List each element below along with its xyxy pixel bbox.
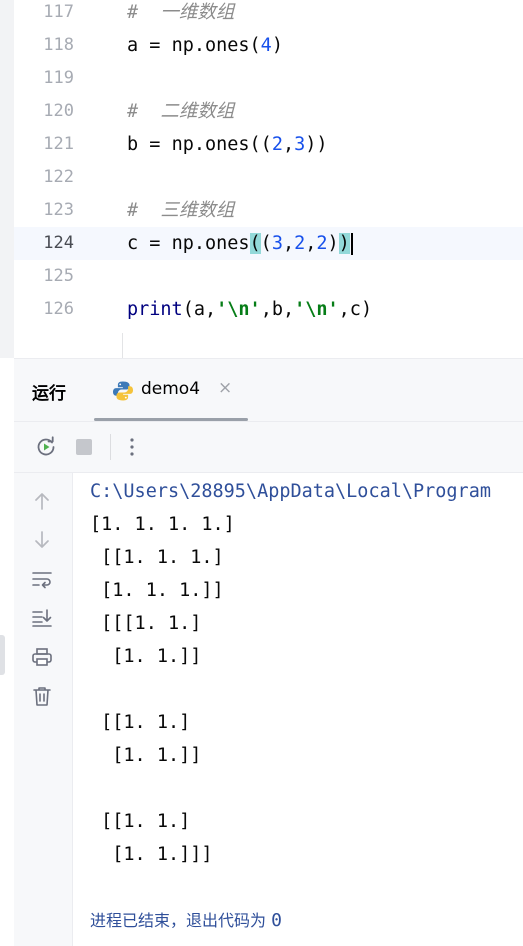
console-output[interactable]: C:\Users\28895\AppData\Local\Program [1.…	[72, 473, 523, 946]
run-toolbar	[14, 422, 523, 472]
code-line-121[interactable]: 121 b = np.ones((2,3))	[14, 128, 523, 161]
scroll-to-end-icon[interactable]	[28, 604, 56, 632]
console-line: [[1. 1. 1.]	[90, 547, 224, 568]
code-line-120[interactable]: 120 # 二维数组	[14, 95, 523, 128]
comment: # 一维数组	[127, 2, 235, 23]
console-side-toolbar	[14, 473, 72, 946]
console-line: [1. 1.]]	[90, 745, 202, 766]
console-interpreter-path: C:\Users\28895\AppData\Local\Program	[90, 481, 491, 502]
code-line-118[interactable]: 118 a = np.ones(4)	[14, 29, 523, 62]
code-line-122[interactable]: 122	[14, 161, 523, 194]
code-line-123[interactable]: 123 # 三维数组	[14, 194, 523, 227]
line-number: 119	[43, 68, 74, 88]
exit-code: 0	[271, 910, 282, 931]
code-line-119[interactable]: 119	[14, 62, 523, 95]
matched-bracket: )	[338, 233, 350, 254]
line-number: 122	[43, 167, 74, 187]
console-line: [1. 1.]]]	[90, 844, 213, 865]
line-number: 125	[43, 266, 74, 286]
code-statement: print(a,'\n',b,'\n',c)	[127, 299, 373, 320]
code-statement: c = np.ones((3,2,2))	[127, 227, 353, 260]
tool-window-edge-handle[interactable]	[0, 635, 5, 675]
python-icon	[112, 380, 134, 402]
arrow-up-icon[interactable]	[28, 487, 56, 515]
code-statement: b = np.ones((2,3))	[127, 134, 328, 155]
code-line-117[interactable]: 117 # 一维数组	[14, 0, 523, 29]
matched-bracket: (	[249, 233, 261, 254]
console-line: [[1. 1.]	[90, 811, 191, 832]
code-statement: a = np.ones(4)	[127, 35, 283, 56]
run-tool-window: 运行 demo4 × C:\Users\28895\AppData\Local\…	[14, 358, 523, 946]
line-number: 123	[43, 200, 74, 220]
console-line: [[[1. 1.]	[90, 613, 202, 634]
comment: # 二维数组	[127, 101, 235, 122]
process-exit-message: 进程已结束，退出代码为 0	[90, 910, 282, 931]
soft-wrap-icon[interactable]	[28, 565, 56, 593]
editor-left-strip	[0, 0, 14, 358]
text-caret	[350, 233, 353, 255]
close-icon[interactable]: ×	[218, 378, 232, 398]
console-line: [[1. 1.]	[90, 712, 191, 733]
line-number: 118	[43, 35, 74, 55]
line-number: 117	[43, 2, 74, 22]
code-line-125[interactable]: 125	[14, 260, 523, 293]
line-number: 121	[43, 134, 74, 154]
stop-icon[interactable]	[70, 433, 98, 461]
code-line-124-current[interactable]: 124 c = np.ones((3,2,2))	[14, 227, 523, 260]
line-number: 124	[43, 233, 74, 253]
run-window-header: 运行 demo4 ×	[14, 359, 523, 421]
console-line: [1. 1.]]	[90, 646, 202, 667]
run-tab-demo4[interactable]: demo4 ×	[94, 367, 248, 421]
run-window-title[interactable]: 运行	[32, 379, 66, 404]
print-icon[interactable]	[28, 643, 56, 671]
trash-icon[interactable]	[28, 682, 56, 710]
indent-guide	[122, 333, 123, 358]
console-line: [1. 1. 1.]]	[90, 580, 224, 601]
arrow-down-icon[interactable]	[28, 526, 56, 554]
console-line: [1. 1. 1. 1.]	[90, 514, 235, 535]
code-line-126[interactable]: 126 print(a,'\n',b,'\n',c)	[14, 293, 523, 326]
comment: # 三维数组	[127, 200, 235, 221]
line-number: 120	[43, 101, 74, 121]
line-number: 126	[43, 299, 74, 319]
more-vertical-icon[interactable]	[118, 433, 146, 461]
tab-label: demo4	[141, 379, 201, 399]
toolbar-separator	[110, 434, 111, 460]
code-editor[interactable]: 117 # 一维数组 118 a = np.ones(4) 119 120 # …	[0, 0, 523, 358]
rerun-icon[interactable]	[32, 433, 60, 461]
